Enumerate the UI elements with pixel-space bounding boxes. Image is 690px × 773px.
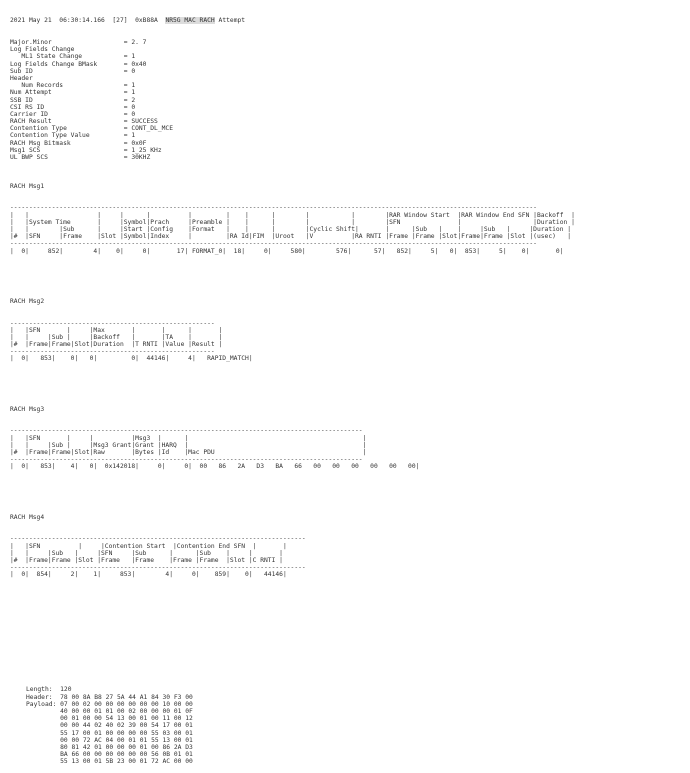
log-field-line: Log Fields Change — [10, 46, 75, 54]
table-line: ----------------------------------------… — [10, 456, 363, 464]
table-line: | | |Sub | |SFN |Sub | |Sub | | | — [10, 549, 283, 557]
log-field-line: UL BWP SCS = 30KHZ — [10, 154, 151, 161]
table-line: ----------------------------------------… — [10, 348, 215, 356]
table-line: ----------------------------------------… — [10, 319, 215, 327]
log-fields: Major.Minor = 2. 7 Log Fields Change ML1 … — [10, 39, 686, 161]
table-line: | |SFN | | |Msg3 | | | — [10, 434, 367, 442]
log-field-line: ML1 State Change = 1 — [10, 53, 136, 61]
msg4-title: RACH Msg4 — [10, 513, 45, 521]
msg4-table: ----------------------------------------… — [10, 535, 686, 578]
log-field-line: RACH Msg Bitmask = 0x0F — [10, 139, 147, 147]
table-line: | |System Time | |Symbol|Prach |Preamble… — [10, 218, 575, 226]
table-line: |# |Frame|Frame |Slot |Frame |Frame |Fra… — [10, 556, 283, 564]
table-line: |# |SFN |Frame |Slot |Symbol|Index | |RA… — [10, 233, 572, 241]
log-viewer: 2021 May 21 06:30:14.166 [27] 0xB88A NR5… — [10, 3, 686, 773]
table-line: ----------------------------------------… — [10, 427, 363, 435]
log-field-line: Num Attempt = 1 — [10, 89, 136, 97]
msg3-title: RACH Msg3 — [10, 405, 45, 413]
log-field-line: Carrier ID = 0 — [10, 110, 136, 118]
log-field-line: Num Records = 1 — [10, 82, 136, 90]
table-line: | 0| 853| 4| 0| 0x142018| 0| 0| 00 86 2A… — [10, 463, 420, 471]
table-line: |# |Frame|Frame|Slot|Raw |Bytes |Id |Mac… — [10, 448, 367, 456]
log-field-line: Header — [10, 74, 33, 82]
hex-line: 40 00 00 01 01 00 02 00 00 00 01 0F — [26, 708, 193, 716]
hex-line: 00 00 44 02 40 02 39 00 54 17 00 01 — [26, 722, 193, 730]
hex-line: Payload: 07 00 02 00 00 00 00 00 00 10 0… — [26, 700, 193, 708]
table-line: | 0| 853| 0| 0| 0| 44146| 4| RAPID_MATCH… — [10, 355, 253, 363]
hex-line: BA 66 00 00 00 00 00 00 56 0B 01 01 — [26, 751, 193, 759]
highlighted-search-term: NR5G MAC RACH — [165, 17, 215, 25]
table-line: |# |Frame|Frame|Slot|Duration |T RNTI |V… — [10, 341, 223, 349]
log-field-line: Contention Type Value = 1 — [10, 132, 136, 140]
hex-line: Header: 78 00 8A B8 27 5A 44 A1 84 30 F3… — [26, 693, 193, 701]
log-field-line: Major.Minor = 2. 7 — [10, 39, 147, 46]
table-line: ----------------------------------------… — [10, 535, 306, 543]
log-field-line: Log Fields Change BMask = 0x40 — [10, 60, 147, 68]
table-line: | | |Sub | |Msg3 Grant|Grant |HARQ | | — [10, 441, 367, 449]
msg2-table: ----------------------------------------… — [10, 320, 686, 363]
table-line: ----------------------------------------… — [10, 204, 537, 212]
hex-line: 55 13 00 01 5B 23 00 01 72 AC 00 00 — [26, 758, 193, 766]
log-header-line: 2021 May 21 06:30:14.166 [27] 0xB88A NR5… — [10, 17, 686, 25]
log-field-line: SSB ID = 2 — [10, 96, 136, 104]
table-line: | | | | | | | | | | | |RAR Window Start … — [10, 211, 575, 219]
hex-line: 80 81 42 01 00 00 00 01 00 86 2A D3 — [26, 743, 193, 751]
hex-line: 00 00 72 AC 04 00 01 01 55 13 00 01 — [26, 736, 193, 744]
table-line: | 0| 852| 4| 0| 0| 17| FORMAT_0| 18| 0| … — [10, 247, 564, 255]
hex-dump: Length: 120 Header: 78 00 8A B8 27 5A 44 … — [10, 686, 686, 765]
log-field-line: RACH Result = SUCCESS — [10, 118, 158, 126]
log-title-suffix: Attempt — [214, 17, 246, 25]
msg2-title: RACH Msg2 — [10, 297, 45, 305]
table-line: | |SFN | |Contention Start |Contention E… — [10, 542, 287, 550]
log-field-line: Sub ID = 0 — [10, 67, 136, 75]
msg1-title: RACH Msg1 — [10, 182, 45, 190]
hex-line: Length: 120 — [26, 686, 72, 694]
msg3-table: ----------------------------------------… — [10, 427, 686, 470]
hex-line: 00 01 00 00 54 13 00 01 00 11 00 12 — [26, 715, 193, 723]
log-field-line: Msg1 SCS = 1_25 KHz — [10, 146, 162, 154]
table-line: | | |Sub | |Start |Config |Format | | | … — [10, 225, 572, 233]
msg1-table: ----------------------------------------… — [10, 204, 686, 254]
table-line: | | |Sub | |Backoff | |TA | | — [10, 333, 223, 341]
log-field-line: CSI RS ID = 0 — [10, 103, 136, 111]
table-line: ----------------------------------------… — [10, 240, 537, 248]
table-line: | 0| 854| 2| 1| 853| 4| 0| 859| 0| 44146… — [10, 571, 287, 579]
log-timestamp: 2021 May 21 06:30:14.166 [27] 0xB88A — [10, 17, 166, 25]
log-field-line: Contention Type = CONT_DL_MCE — [10, 125, 174, 133]
table-line: ----------------------------------------… — [10, 564, 306, 572]
hex-line: 55 17 00 01 00 00 00 00 55 03 00 01 — [26, 729, 193, 737]
table-line: | |SFN | |Max | | | | — [10, 326, 223, 334]
